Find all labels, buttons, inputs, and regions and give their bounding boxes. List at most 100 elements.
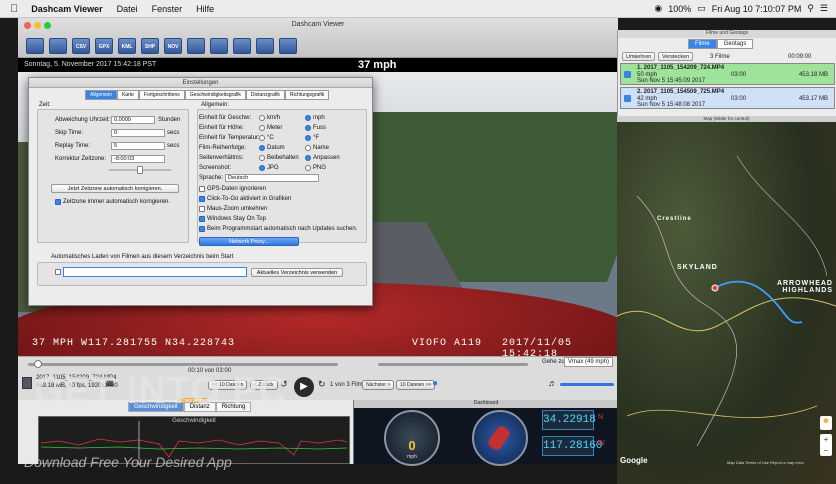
- zoom-controls[interactable]: + −: [820, 434, 832, 456]
- file-slider[interactable]: [378, 363, 528, 366]
- crop-icon[interactable]: [233, 38, 251, 54]
- order-label: Film-Reihenfolge:: [199, 145, 247, 151]
- watermark-title: GET INTO PC: [34, 370, 288, 412]
- merge-icon[interactable]: [210, 38, 228, 54]
- click-to-go-checkbox[interactable]: [199, 196, 205, 202]
- dashboard-title: Dashboard: [354, 400, 618, 408]
- open-folder-icon[interactable]: [26, 38, 44, 54]
- segment-geotags[interactable]: Geotags: [716, 39, 754, 49]
- goto-select[interactable]: Vmax (49 mph): [564, 357, 614, 367]
- tab-distance-graph[interactable]: Distanzgrafik: [245, 90, 285, 100]
- file-row-1[interactable]: 1. 2017_1105_154209_724.MP4 50 mph 03:00…: [620, 63, 835, 85]
- settings-gear-icon[interactable]: [279, 38, 297, 54]
- map-road-4: [626, 405, 818, 418]
- export-kml-button[interactable]: KML: [118, 38, 136, 54]
- map-pin-icon[interactable]: ●: [432, 378, 438, 389]
- compass: [472, 410, 528, 466]
- open-file-icon[interactable]: [49, 38, 67, 54]
- map-footer[interactable]: Map Data Terms of Use Report a map error: [727, 460, 804, 465]
- menu-app-name[interactable]: Dashcam Viewer: [24, 4, 109, 14]
- time-group-label: Zeit:: [39, 102, 51, 108]
- menu-fenster[interactable]: Fenster: [145, 4, 190, 14]
- speed-kmh-radio[interactable]: [259, 115, 265, 121]
- volume-slider[interactable]: [560, 383, 614, 386]
- street-view-icon[interactable]: ☻: [820, 416, 832, 430]
- longitude-dir: W: [598, 440, 605, 447]
- export-shp-button[interactable]: SHP: [141, 38, 159, 54]
- trim-icon[interactable]: [256, 38, 274, 54]
- height-feet-radio[interactable]: [305, 125, 311, 131]
- reverse-button[interactable]: Umkehren: [622, 52, 656, 61]
- temp-c-radio[interactable]: [259, 135, 265, 141]
- height-meter-radio[interactable]: [259, 125, 265, 131]
- split-icon[interactable]: [187, 38, 205, 54]
- forward-10-files-button[interactable]: 10 Dateien >>: [396, 380, 436, 390]
- screenshot-jpg-radio[interactable]: [259, 165, 265, 171]
- hide-button[interactable]: Verstecken: [658, 52, 694, 61]
- autoload-checkbox[interactable]: [55, 269, 61, 275]
- stay-on-top-label: Windows Stay On Top: [207, 216, 266, 222]
- wifi-icon[interactable]: ◉: [654, 3, 662, 14]
- offset-input[interactable]: 0.0000: [111, 116, 155, 124]
- toolbar: CSV GPX KML SHP NOV: [26, 38, 297, 54]
- export-nov-button[interactable]: NOV: [164, 38, 182, 54]
- network-proxy-button[interactable]: Network Proxy...: [199, 237, 299, 246]
- file-row-2-size: 453.17 MB: [798, 96, 828, 102]
- aspect-fit-radio[interactable]: [305, 155, 311, 161]
- tab-map[interactable]: Karte: [116, 90, 139, 100]
- use-current-folder-button[interactable]: Aktuelles Verzeichnis verwenden: [251, 268, 343, 277]
- file-row-2-checkbox[interactable]: [624, 95, 631, 102]
- speed-mph-radio[interactable]: [305, 115, 311, 121]
- temp-c-label: °C: [267, 135, 274, 141]
- ignore-gps-checkbox[interactable]: [199, 186, 205, 192]
- skip-input[interactable]: 0: [111, 129, 165, 137]
- aspect-keep-radio[interactable]: [259, 155, 265, 161]
- replay-input[interactable]: 5: [111, 142, 165, 150]
- forward-icon[interactable]: ↻: [318, 379, 326, 390]
- temp-f-radio[interactable]: [305, 135, 311, 141]
- order-name-radio[interactable]: [305, 145, 311, 151]
- order-date-radio[interactable]: [259, 145, 265, 151]
- notification-center-icon[interactable]: ☰: [820, 3, 828, 14]
- timezone-slider[interactable]: [109, 166, 171, 174]
- tab-general[interactable]: Allgemein: [85, 90, 117, 100]
- window-title: Dashcam Viewer: [291, 21, 345, 28]
- language-select[interactable]: Deutsch: [225, 174, 319, 182]
- map-view[interactable]: Map (Wider for control) Crestline SKYLAN…: [617, 116, 836, 484]
- settings-tabs: Allgemein Karte Fortgeschrittens Geschwi…: [85, 90, 330, 100]
- screenshot-png-radio[interactable]: [305, 165, 311, 171]
- stay-on-top-checkbox[interactable]: [199, 216, 205, 222]
- timezone-input[interactable]: -8:00:03: [111, 155, 165, 163]
- tab-advanced[interactable]: Fortgeschrittens: [138, 90, 185, 100]
- timeline-slider[interactable]: [28, 360, 338, 368]
- speedometer-unit: mph: [407, 454, 417, 460]
- menu-datei[interactable]: Datei: [110, 4, 145, 14]
- volume-icon[interactable]: ♬: [548, 378, 557, 388]
- speed-kmh-label: km/h: [267, 115, 281, 121]
- export-csv-button[interactable]: CSV: [72, 38, 90, 54]
- tab-speed-graph[interactable]: Geschwindigkeitsgrafik: [184, 90, 246, 100]
- auto-timezone-checkbox[interactable]: [55, 199, 61, 205]
- next-button[interactable]: Nächster >: [362, 380, 395, 390]
- file-row-2-duration: 03:00: [731, 96, 747, 102]
- screenshot-jpg-label: JPG: [267, 165, 279, 171]
- height-feet-label: Fuss: [313, 125, 327, 131]
- spotlight-icon[interactable]: ⚲: [807, 3, 814, 14]
- export-gpx-button[interactable]: GPX: [95, 38, 113, 54]
- apple-menu-icon[interactable]: : [0, 3, 24, 15]
- timezone-slider-thumb[interactable]: [137, 166, 143, 174]
- file-row-1-checkbox[interactable]: [624, 71, 631, 78]
- menu-hilfe[interactable]: Hilfe: [189, 4, 221, 14]
- file-count: 3 Filme: [710, 54, 730, 60]
- fix-timezone-button[interactable]: Jetzt Zeitzone automatisch korrigieren.: [51, 184, 179, 193]
- invert-zoom-checkbox[interactable]: [199, 206, 205, 212]
- clock[interactable]: Fri Aug 10 7:10:07 PM: [712, 4, 802, 14]
- segment-films[interactable]: Filme: [688, 39, 717, 49]
- timeline-thumb[interactable]: [34, 360, 42, 368]
- file-row-2[interactable]: 2. 2017_1105_154509_725.MP4 42 mph 03:00…: [620, 87, 835, 109]
- map-road-1: [617, 297, 836, 332]
- check-updates-checkbox[interactable]: [199, 226, 205, 232]
- battery-icon[interactable]: ▭: [697, 3, 706, 14]
- autoload-path-input[interactable]: [63, 267, 247, 277]
- tab-heading-graph[interactable]: Richtungsgrafik: [284, 90, 330, 100]
